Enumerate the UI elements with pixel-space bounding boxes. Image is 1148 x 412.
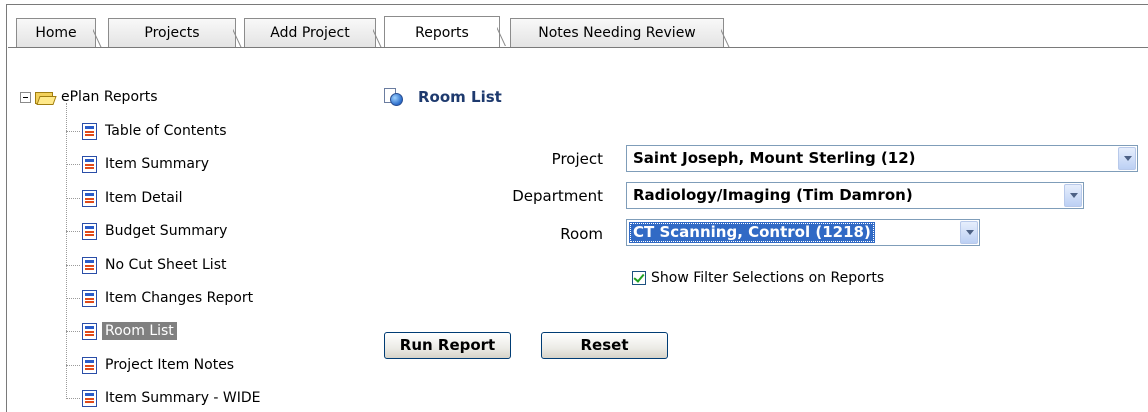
tree-root-label: ePlan Reports [61, 89, 158, 105]
tab-projects-label: Projects [144, 25, 200, 41]
department-label: Department [512, 187, 603, 205]
tree-item-item-detail[interactable]: Item Detail [66, 187, 186, 209]
tree-item-label: No Cut Sheet List [105, 257, 227, 273]
project-select[interactable]: Saint Joseph, Mount Sterling (12) [626, 145, 1138, 172]
tab-add-project[interactable]: Add Project [244, 18, 376, 47]
tree-item-label: Room List [102, 322, 177, 340]
tree-item-label: Item Changes Report [105, 290, 254, 306]
reset-button[interactable]: Reset [541, 332, 668, 359]
tree-item-item-changes-report[interactable]: Item Changes Report [66, 287, 256, 309]
show-filter-selections-row[interactable]: Show Filter Selections on Reports [632, 268, 884, 288]
tab-notes-needing-review-label: Notes Needing Review [538, 25, 696, 41]
tree-root-eplan-reports[interactable]: ePlan Reports [20, 86, 158, 108]
tree-item-item-summary-wide[interactable]: Item Summary - WIDE [66, 387, 264, 409]
report-icon [82, 222, 97, 240]
chevron-down-icon[interactable] [1118, 147, 1136, 170]
room-select-value: CT Scanning, Control (1218) [629, 222, 875, 243]
tab-home-label: Home [35, 25, 77, 41]
tab-home[interactable]: Home [16, 18, 96, 47]
room-select[interactable]: CT Scanning, Control (1218) [626, 219, 980, 246]
tree-item-label: Table of Contents [105, 123, 227, 139]
tree-item-label: Budget Summary [105, 223, 228, 239]
tab-bar: Home Projects Add Project Reports Notes … [8, 16, 1148, 48]
tree-item-label: Item Detail [105, 190, 183, 206]
report-icon [82, 356, 97, 374]
report-icon [82, 189, 97, 207]
report-icon [82, 256, 97, 274]
open-folder-icon [35, 90, 57, 105]
page-title: Room List [384, 86, 502, 108]
project-label: Project [551, 150, 603, 168]
tab-reports[interactable]: Reports [384, 16, 500, 47]
tree-item-room-list[interactable]: Room List [66, 320, 177, 342]
tree-item-budget-summary[interactable]: Budget Summary [66, 220, 230, 242]
room-label: Room [560, 225, 603, 243]
tab-notes-needing-review[interactable]: Notes Needing Review [510, 18, 724, 47]
tree-item-label: Item Summary [105, 156, 209, 172]
report-icon [82, 322, 97, 340]
tree-item-no-cut-sheet-list[interactable]: No Cut Sheet List [66, 254, 229, 276]
tree-item-label: Item Summary - WIDE [105, 390, 261, 406]
report-icon [82, 122, 97, 140]
tree-item-item-summary[interactable]: Item Summary [66, 153, 212, 175]
tab-add-project-label: Add Project [270, 25, 350, 41]
tree-item-project-item-notes[interactable]: Project Item Notes [66, 354, 237, 376]
show-filter-label: Show Filter Selections on Reports [651, 270, 885, 286]
tree-item-table-of-contents[interactable]: Table of Contents [66, 120, 230, 142]
department-select-value: Radiology/Imaging (Tim Damron) [633, 186, 913, 204]
report-icon [82, 389, 97, 407]
tree-item-label: Project Item Notes [105, 357, 235, 373]
report-icon [82, 155, 97, 173]
chevron-down-icon[interactable] [1064, 184, 1082, 207]
chevron-down-icon[interactable] [960, 221, 978, 244]
show-filter-checkbox[interactable] [632, 271, 646, 285]
project-select-value: Saint Joseph, Mount Sterling (12) [633, 149, 916, 167]
tab-projects[interactable]: Projects [108, 18, 236, 47]
page-title-label: Room List [418, 88, 502, 106]
tab-divider [8, 47, 1148, 48]
report-globe-icon [384, 88, 404, 106]
department-select[interactable]: Radiology/Imaging (Tim Damron) [626, 182, 1084, 209]
collapse-icon[interactable] [20, 91, 31, 103]
tab-reports-label: Reports [415, 25, 469, 41]
run-report-button[interactable]: Run Report [384, 332, 511, 359]
report-icon [82, 289, 97, 307]
